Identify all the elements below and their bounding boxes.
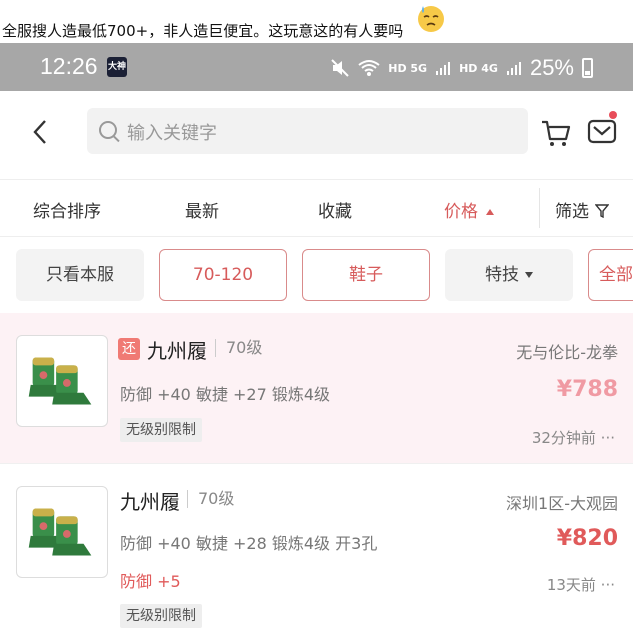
- chip-shoes[interactable]: 鞋子: [302, 249, 430, 301]
- item-bonus: 防御 +5: [120, 572, 181, 591]
- sort-price-label: 价格: [444, 202, 478, 222]
- caption-text: 全服搜人造最低700+，非人造巨便宜。这玩意这的有人要吗: [2, 22, 404, 40]
- chevron-down-icon: [525, 272, 533, 278]
- notification-dot: [609, 111, 617, 119]
- search-icon: [99, 121, 117, 139]
- sweat-face-emoji-icon: [418, 6, 444, 32]
- item-time: 13天前 ···: [546, 576, 615, 594]
- sort-comprehensive[interactable]: 综合排序: [33, 197, 101, 222]
- item-time: 32分钟前 ···: [531, 429, 615, 447]
- list-item[interactable]: 还 九州履 70级 无与伦比-龙拳 防御 +40 敏捷 +27 锻炼4级 ¥78…: [0, 313, 633, 463]
- boots-icon: [16, 335, 108, 427]
- divider: [539, 188, 540, 228]
- item-server: 无与伦比-龙拳: [516, 343, 618, 362]
- chip-level-range[interactable]: 70-120: [159, 249, 287, 301]
- sort-newest[interactable]: 最新: [185, 197, 219, 222]
- level-limit-tag: 无级别限制: [120, 418, 202, 442]
- item-attributes: 防御 +40 敏捷 +27 锻炼4级: [120, 385, 331, 404]
- list-item[interactable]: 九州履 70级 深圳1区-大观园 防御 +40 敏捷 +28 锻炼4级 开3孔 …: [0, 463, 633, 644]
- network-4g: HD 4G: [459, 61, 498, 75]
- sort-ascending-icon: [486, 209, 494, 215]
- top-header: 输入关键字: [0, 91, 633, 179]
- search-bar[interactable]: 输入关键字: [87, 108, 528, 154]
- chip-special-skill-label: 特技: [485, 265, 519, 285]
- filter-button[interactable]: 筛选: [555, 197, 609, 222]
- chip-this-server[interactable]: 只看本服: [16, 249, 144, 301]
- wifi-icon: [358, 60, 380, 76]
- app-notification-icon: 大神: [107, 57, 127, 77]
- return-badge: 还: [118, 338, 140, 360]
- status-icons: HD 5G HD 4G 25%: [330, 55, 593, 81]
- status-time: 12:26: [40, 53, 98, 79]
- filter-label: 筛选: [555, 202, 589, 222]
- sort-favorites[interactable]: 收藏: [318, 197, 352, 222]
- battery-icon: [582, 58, 593, 78]
- sort-price[interactable]: 价格: [444, 197, 494, 222]
- filter-chips: 只看本服 70-120 鞋子 特技 全部: [0, 237, 633, 313]
- mute-icon: [331, 59, 349, 77]
- cart-icon[interactable]: [540, 117, 572, 149]
- chevron-left-icon[interactable]: [30, 117, 50, 147]
- battery-percent: 25%: [529, 55, 574, 80]
- phone-screen: 12:26 大神 HD 5G HD 4G 25% 输入关键字 综合排序 最新 收…: [0, 43, 633, 644]
- item-name: 九州履: [120, 490, 180, 514]
- item-price: ¥820: [556, 526, 618, 551]
- item-price: ¥788: [556, 377, 618, 402]
- network-5g: HD 5G: [388, 61, 428, 75]
- chip-all[interactable]: 全部: [588, 249, 633, 301]
- item-attributes: 防御 +40 敏捷 +28 锻炼4级 开3孔: [120, 534, 378, 553]
- boots-icon: [16, 486, 108, 578]
- search-input[interactable]: 输入关键字: [127, 119, 217, 145]
- chip-special-skill[interactable]: 特技: [445, 249, 573, 301]
- filter-icon: [595, 204, 609, 218]
- item-name: 九州履: [147, 339, 207, 363]
- item-server: 深圳1区-大观园: [506, 494, 618, 513]
- level-limit-tag: 无级别限制: [120, 604, 202, 628]
- signal-icon-2: [506, 62, 521, 75]
- signal-icon: [436, 62, 451, 75]
- item-level: 70级: [215, 339, 262, 357]
- mail-icon[interactable]: [586, 115, 618, 147]
- item-level: 70级: [187, 490, 234, 508]
- status-bar: 12:26 大神 HD 5G HD 4G 25%: [0, 43, 633, 91]
- sort-bar: 综合排序 最新 收藏 价格 筛选: [0, 179, 633, 237]
